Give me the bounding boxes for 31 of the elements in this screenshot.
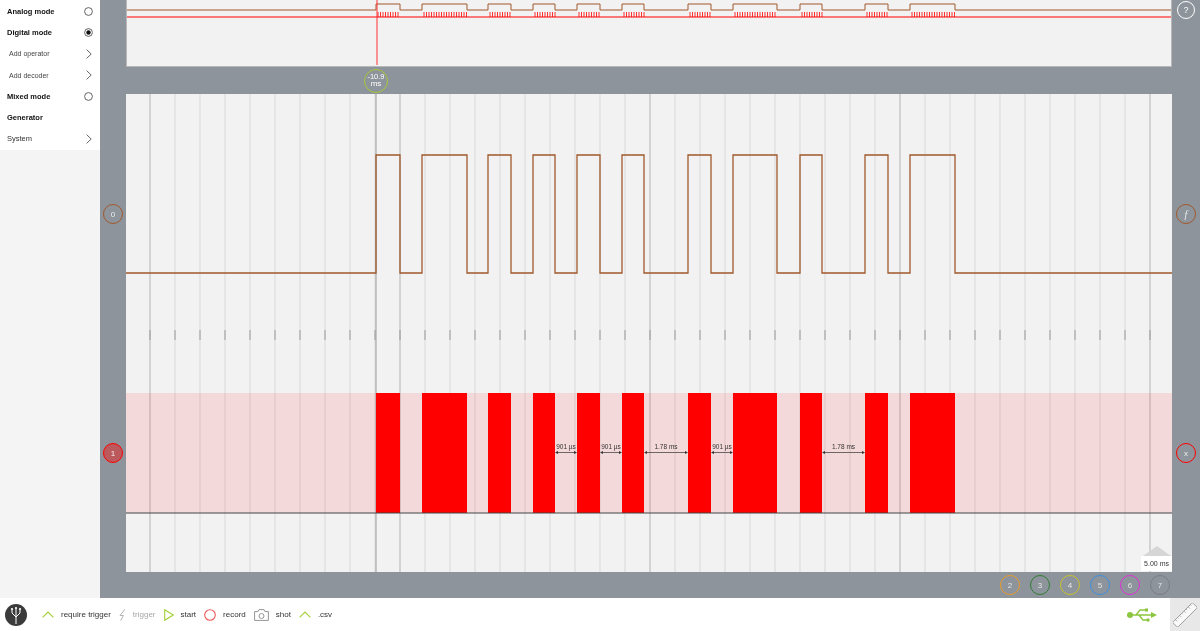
record-icon: [204, 608, 217, 621]
radio-icon[interactable]: [84, 27, 93, 37]
channel-marker[interactable]: 0: [103, 204, 123, 224]
usb-icon: [1127, 606, 1157, 623]
caret-up-icon: [42, 611, 54, 618]
camera-icon: [253, 608, 269, 621]
double-arrow-icon: [822, 450, 865, 455]
chevron-right-icon: [86, 133, 92, 144]
toolbar-button[interactable]: start: [163, 608, 197, 621]
channel-side-button[interactable]: x: [1176, 443, 1196, 463]
double-arrow-icon: [600, 450, 622, 455]
radio-icon[interactable]: [84, 91, 93, 101]
toolbar-button[interactable]: record: [204, 608, 246, 621]
channel-marker[interactable]: 1: [103, 443, 123, 463]
play-icon: [163, 608, 174, 621]
help-button[interactable]: ?: [1177, 1, 1195, 19]
cursor-line: [376, 0, 378, 65]
logo-icon[interactable]: [5, 603, 27, 626]
lightning-icon: [118, 608, 126, 621]
radio-icon[interactable]: [84, 6, 93, 16]
toolbar-button[interactable]: require trigger: [42, 610, 111, 619]
double-arrow-icon: [644, 450, 688, 455]
chevron-right-icon: [86, 48, 92, 59]
channel-side-button[interactable]: f: [1176, 204, 1196, 224]
toolbar-button[interactable]: shot: [253, 608, 291, 621]
ruler-button[interactable]: [1170, 598, 1200, 631]
double-arrow-icon: [555, 450, 577, 455]
caret-up-icon: [298, 611, 311, 618]
double-arrow-icon: [711, 450, 733, 455]
chevron-right-icon: [86, 70, 92, 81]
toolbar-button[interactable]: .csv: [298, 610, 333, 619]
